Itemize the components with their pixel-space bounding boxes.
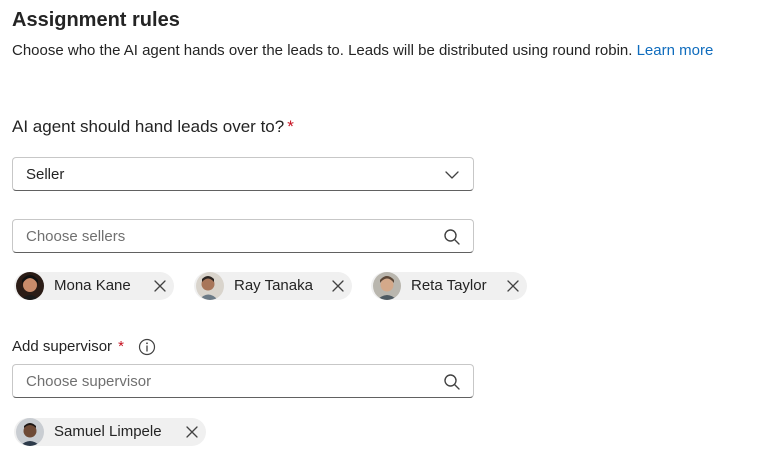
- description-text: Choose who the AI agent hands over the l…: [12, 42, 633, 59]
- seller-chip: Reta Taylor: [371, 272, 527, 300]
- seller-name: Reta Taylor: [411, 277, 487, 294]
- supervisor-chip: Samuel Limpele: [14, 418, 206, 446]
- chevron-down-icon: [445, 171, 459, 179]
- supervisor-search-input[interactable]: Choose supervisor: [12, 364, 474, 398]
- seller-name: Ray Tanaka: [234, 277, 313, 294]
- handover-dropdown[interactable]: Seller: [12, 157, 474, 191]
- avatar: [196, 272, 224, 300]
- required-mark: *: [287, 117, 294, 136]
- handover-label: AI agent should hand leads over to? *: [12, 117, 294, 137]
- remove-icon[interactable]: [185, 425, 199, 439]
- avatar: [16, 272, 44, 300]
- avatar: [373, 272, 401, 300]
- avatar: [16, 418, 44, 446]
- seller-chip: Mona Kane: [14, 272, 174, 300]
- supervisor-label-text: Add supervisor: [12, 338, 113, 355]
- remove-icon[interactable]: [506, 279, 520, 293]
- search-icon: [444, 229, 460, 245]
- supervisor-label: Add supervisor *: [12, 338, 124, 355]
- page-description: Choose who the AI agent hands over the l…: [12, 42, 713, 59]
- seller-chip: Ray Tanaka: [194, 272, 352, 300]
- supervisor-name: Samuel Limpele: [54, 423, 162, 440]
- remove-icon[interactable]: [331, 279, 345, 293]
- seller-name: Mona Kane: [54, 277, 131, 294]
- sellers-placeholder: Choose sellers: [26, 228, 126, 245]
- sellers-search-input[interactable]: Choose sellers: [12, 219, 474, 253]
- handover-label-text: AI agent should hand leads over to?: [12, 117, 285, 136]
- handover-selected-value: Seller: [26, 166, 65, 183]
- info-icon[interactable]: [138, 338, 156, 356]
- assignment-rules-panel: Assignment rules Choose who the AI agent…: [0, 0, 781, 467]
- supervisor-placeholder: Choose supervisor: [26, 373, 152, 390]
- page-title: Assignment rules: [12, 9, 180, 31]
- remove-icon[interactable]: [153, 279, 167, 293]
- search-icon: [444, 374, 460, 390]
- required-mark: *: [118, 338, 124, 355]
- learn-more-link[interactable]: Learn more: [637, 42, 714, 59]
